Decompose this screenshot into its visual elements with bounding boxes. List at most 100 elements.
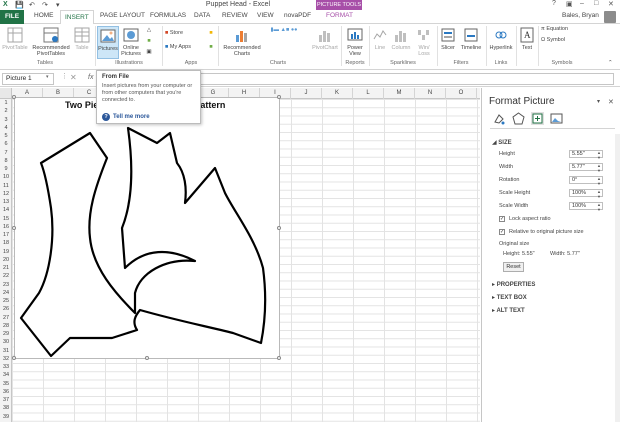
width-spinner-icon[interactable]: ▲ ▼ [597, 163, 601, 173]
tab-home[interactable]: HOME [34, 12, 54, 19]
resize-handle-ne[interactable] [277, 95, 281, 99]
row-header[interactable]: 23 [0, 281, 12, 289]
bing-maps-button[interactable]: ■ [206, 30, 216, 36]
tab-novapdf[interactable]: novaPDF [284, 12, 311, 19]
shapes-button[interactable]: △ [144, 27, 154, 33]
row-header[interactable]: 29 [0, 330, 12, 338]
resize-handle-se[interactable] [277, 356, 281, 360]
row-header[interactable]: 27 [0, 314, 12, 322]
tell-me-more-link[interactable]: ? Tell me more [102, 113, 150, 121]
resize-handle-nw[interactable] [12, 95, 16, 99]
symbol-button[interactable]: Ω Symbol [541, 37, 585, 43]
redo-icon[interactable]: ↷ [42, 1, 48, 9]
column-header[interactable]: J [291, 88, 322, 99]
help-icon[interactable]: ? [552, 0, 556, 7]
row-header[interactable]: 31 [0, 347, 12, 355]
store-button[interactable]: ■ Store [165, 30, 201, 36]
row-header[interactable]: 12 [0, 190, 12, 198]
size-properties-icon[interactable] [531, 112, 544, 125]
qat-customize-icon[interactable]: ▾ [56, 1, 60, 9]
row-header[interactable]: 2 [0, 107, 12, 115]
equation-button[interactable]: π Equation [541, 26, 585, 32]
text-box-section-header[interactable]: ▸ TEXT BOX [492, 294, 527, 301]
row-header[interactable]: 32 [0, 355, 12, 363]
row-header[interactable]: 22 [0, 272, 12, 280]
selected-picture[interactable]: Two Pie attern [12, 95, 281, 360]
close-icon[interactable]: ✕ [608, 0, 614, 8]
row-header[interactable]: 37 [0, 396, 12, 404]
resize-handle-s[interactable] [145, 356, 149, 360]
tab-insert[interactable]: INSERT [60, 10, 94, 25]
maximize-icon[interactable]: □ [594, 0, 598, 7]
ribbon-display-icon[interactable]: ▣ [566, 0, 573, 8]
row-header[interactable]: 4 [0, 124, 12, 132]
cancel-icon[interactable]: ✕ [70, 73, 77, 82]
row-header[interactable]: 33 [0, 363, 12, 371]
avatar[interactable] [604, 11, 616, 23]
row-header[interactable]: 34 [0, 371, 12, 379]
recommended-pivottables-button[interactable]: Recommended PivotTables [30, 27, 72, 57]
row-header[interactable]: 30 [0, 338, 12, 346]
properties-section-header[interactable]: ▸ PROPERTIES [492, 281, 535, 288]
reset-button[interactable]: Reset [503, 262, 524, 272]
relative-size-checkbox[interactable]: ✓ [499, 229, 505, 235]
resize-handle-w[interactable] [12, 226, 16, 230]
online-pictures-button[interactable]: Online Pictures [120, 27, 142, 57]
column-header[interactable]: O [446, 88, 477, 99]
row-header[interactable]: 18 [0, 239, 12, 247]
table-button[interactable]: Table [72, 27, 92, 51]
row-header[interactable]: 36 [0, 388, 12, 396]
effects-icon[interactable] [512, 112, 525, 125]
row-header[interactable]: 15 [0, 215, 12, 223]
pivottable-button[interactable]: PivotTable [1, 27, 29, 51]
tab-formulas[interactable]: FORMULAS [150, 12, 186, 19]
row-header[interactable]: 39 [0, 413, 12, 421]
people-graph-button[interactable]: ■ [206, 44, 216, 50]
row-header[interactable]: 26 [0, 305, 12, 313]
resize-handle-sw[interactable] [12, 356, 16, 360]
text-button[interactable]: A Text [518, 27, 536, 51]
power-view-button[interactable]: Power View [343, 27, 367, 57]
tab-review[interactable]: REVIEW [222, 12, 248, 19]
select-all-corner[interactable] [0, 88, 12, 99]
column-header[interactable]: K [322, 88, 353, 99]
scale-height-spinner-icon[interactable]: ▲ ▼ [597, 189, 601, 199]
save-icon[interactable]: 💾 [15, 1, 24, 9]
pivotchart-button[interactable]: PivotChart [310, 27, 340, 51]
row-header[interactable]: 10 [0, 173, 12, 181]
column-header[interactable]: N [415, 88, 446, 99]
slicer-button[interactable]: Slicer [439, 27, 457, 51]
pane-scrollbar[interactable] [615, 134, 620, 422]
collapse-ribbon-icon[interactable]: ⌃ [608, 60, 613, 66]
tab-format[interactable]: FORMAT [326, 12, 353, 19]
user-name[interactable]: Bales, Bryan [562, 12, 599, 19]
row-header[interactable]: 3 [0, 116, 12, 124]
row-header[interactable]: 5 [0, 132, 12, 140]
hyperlink-button[interactable]: Hyperlink [488, 27, 514, 51]
timeline-button[interactable]: Timeline [458, 27, 484, 51]
fill-line-icon[interactable] [492, 112, 505, 125]
alt-text-section-header[interactable]: ▸ ALT TEXT [492, 307, 525, 314]
row-header[interactable]: 20 [0, 256, 12, 264]
pane-close-icon[interactable]: ✕ [608, 98, 614, 106]
tab-data[interactable]: DATA [194, 12, 210, 19]
row-header[interactable]: 19 [0, 248, 12, 256]
fx-icon[interactable]: fx [88, 74, 93, 81]
size-section-header[interactable]: ◢ SIZE [492, 139, 512, 146]
row-header[interactable]: 9 [0, 165, 12, 173]
pictures-button[interactable]: Pictures [97, 26, 119, 59]
row-header[interactable]: 1 [0, 99, 12, 107]
rotation-spinner-icon[interactable]: ▲ ▼ [597, 176, 601, 186]
row-header[interactable]: 7 [0, 149, 12, 157]
tab-page-layout[interactable]: PAGE LAYOUT [100, 12, 145, 19]
picture-icon[interactable] [550, 112, 563, 125]
undo-icon[interactable]: ↶ [29, 1, 35, 9]
scale-width-spinner-icon[interactable]: ▲ ▼ [597, 202, 601, 212]
column-header[interactable]: L [353, 88, 384, 99]
row-header[interactable]: 6 [0, 140, 12, 148]
resize-handle-e[interactable] [277, 226, 281, 230]
sparkline-winloss-button[interactable]: Win/ Loss [414, 27, 434, 57]
row-header[interactable]: 24 [0, 289, 12, 297]
row-header[interactable]: 35 [0, 380, 12, 388]
row-header[interactable]: 8 [0, 157, 12, 165]
